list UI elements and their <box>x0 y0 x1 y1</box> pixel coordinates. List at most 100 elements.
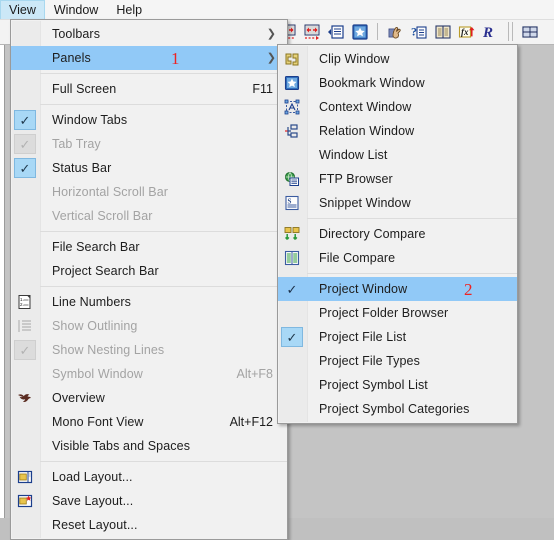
view-menu-item-mono-font-view[interactable]: Mono Font View Alt+F12 <box>11 410 287 434</box>
menu-separator <box>40 231 287 232</box>
regex-icon[interactable]: R <box>480 21 502 43</box>
menu-icon-empty <box>11 362 39 386</box>
view-menu-list: Toolbars ❯ Panels ❯ 1 Full Screen F11 ✓ Window T… <box>11 22 287 537</box>
panels-menu-item-project-window[interactable]: ✓ Project Window 2 <box>278 277 517 301</box>
panels-menu-item-bookmark-window[interactable]: Bookmark Window <box>278 71 517 95</box>
menu-item-label: Vertical Scroll Bar <box>52 209 153 223</box>
panels-menu-item-window-list[interactable]: Window List <box>278 143 517 167</box>
panels-menu-item-ftp-browser[interactable]: FTP Browser <box>278 167 517 191</box>
checkmark-icon: ✓ <box>286 281 298 297</box>
menu-icon-empty <box>278 373 306 397</box>
panels-menu-item-project-folder-browser[interactable]: Project Folder Browser <box>278 301 517 325</box>
panels-menu-item-project-symbol-list[interactable]: Project Symbol List <box>278 373 517 397</box>
view-menu-item-overview[interactable]: Overview <box>11 386 287 410</box>
panels-menu-item-project-file-list[interactable]: ✓ Project File List <box>278 325 517 349</box>
panels-menu-item-project-symbol-categories[interactable]: Project Symbol Categories <box>278 397 517 421</box>
view-menu-item-project-search-bar[interactable]: Project Search Bar <box>11 259 287 283</box>
svg-text:?: ? <box>411 24 417 38</box>
menu-separator <box>307 218 517 219</box>
menu-item-label: Mono Font View <box>52 415 144 429</box>
bookmark-window-icon <box>278 71 306 95</box>
menu-separator <box>40 104 287 105</box>
menu-item-label: Visible Tabs and Spaces <box>52 439 191 453</box>
menubar-item-help[interactable]: Help <box>107 0 151 19</box>
menubar-item-window[interactable]: Window <box>45 0 107 19</box>
toolbar-group-panels <box>276 19 372 44</box>
view-menu-item-status-bar[interactable]: ✓ Status Bar <box>11 156 287 180</box>
menu-icon-empty <box>11 434 39 458</box>
panels-menu-item-project-file-types[interactable]: Project File Types <box>278 349 517 373</box>
ftp-browser-icon <box>278 167 306 191</box>
tile-windows-icon[interactable] <box>519 21 541 43</box>
dictionary-icon[interactable] <box>432 21 454 43</box>
toolbar-group-layout <box>518 19 542 44</box>
save-layout-icon <box>11 489 39 513</box>
view-menu-item-load-layout[interactable]: Load Layout... <box>11 465 287 489</box>
view-menu-item-file-search-bar[interactable]: File Search Bar <box>11 235 287 259</box>
menu-icon-empty <box>278 301 306 325</box>
view-menu-item-visible-tabs-and-spaces[interactable]: Visible Tabs and Spaces <box>11 434 287 458</box>
view-menu-item-toolbars[interactable]: Toolbars ❯ <box>11 22 287 46</box>
menu-item-label: Status Bar <box>52 161 112 175</box>
view-menu-item-line-numbers[interactable]: 1. 2. Line Numbers <box>11 290 287 314</box>
view-menu-item-full-screen[interactable]: Full Screen F11 <box>11 77 287 101</box>
menu-icon-empty <box>278 397 306 421</box>
clip-window-icon <box>278 47 306 71</box>
view-menu-item-vertical-scroll-bar: Vertical Scroll Bar <box>11 204 287 228</box>
function-list-icon[interactable]: fx <box>456 21 478 43</box>
load-layout-icon <box>11 465 39 489</box>
view-menu-item-horizontal-scroll-bar: Horizontal Scroll Bar <box>11 180 287 204</box>
menu-item-label: Directory Compare <box>319 227 426 241</box>
checkmark-cell: ✓ <box>278 277 306 301</box>
menu-icon-empty <box>11 180 39 204</box>
menu-item-label: Tab Tray <box>52 137 101 151</box>
svg-text:fx: fx <box>461 27 469 37</box>
panels-menu-item-relation-window[interactable]: Relation Window <box>278 119 517 143</box>
menu-item-label: Relation Window <box>319 124 415 138</box>
menu-item-label: Load Layout... <box>52 470 133 484</box>
hand-tool-icon[interactable] <box>384 21 406 43</box>
checkmark-icon: ✓ <box>14 340 36 360</box>
checkmark-icon: ✓ <box>14 110 36 130</box>
panels-menu-item-context-window[interactable]: Context Window <box>278 95 517 119</box>
checkmark-icon: ✓ <box>281 327 303 347</box>
menu-item-label: Line Numbers <box>52 295 132 309</box>
menu-icon-empty <box>11 22 39 46</box>
menu-item-label: Save Layout... <box>52 494 134 508</box>
menubar-item-view[interactable]: View <box>0 0 45 19</box>
view-menu-item-panels[interactable]: Panels ❯ 1 <box>11 46 287 70</box>
menu-item-label: Project Folder Browser <box>319 306 449 320</box>
checkmark-cell: ✓ <box>11 156 39 180</box>
svg-text:2.: 2. <box>20 302 24 307</box>
menu-item-label: Overview <box>52 391 105 405</box>
menu-icon-empty <box>11 259 39 283</box>
view-menu-item-window-tabs[interactable]: ✓ Window Tabs <box>11 108 287 132</box>
outline-panel-icon[interactable] <box>325 21 347 43</box>
menu-item-label: Full Screen <box>52 82 117 96</box>
menu-item-label: Project File List <box>319 330 407 344</box>
panels-menu-item-file-compare[interactable]: File Compare <box>278 246 517 270</box>
panels-menu-item-directory-compare[interactable]: Directory Compare <box>278 222 517 246</box>
menu-icon-empty <box>11 204 39 228</box>
toolbar-separator <box>377 23 378 40</box>
svg-text:R: R <box>482 25 493 41</box>
view-menu-popup: Toolbars ❯ Panels ❯ 1 Full Screen F11 ✓ Window T… <box>10 19 288 540</box>
view-menu-item-save-layout[interactable]: Save Layout... <box>11 489 287 513</box>
view-menu-item-show-nesting-lines: ✓ Show Nesting Lines <box>11 338 287 362</box>
menu-bar: View Window Help <box>0 0 554 20</box>
bookmark-panel-icon[interactable] <box>349 21 371 43</box>
menu-item-label: Symbol Window <box>52 367 143 381</box>
collapse-all-icon[interactable] <box>301 21 323 43</box>
menu-item-label: Snippet Window <box>319 196 411 210</box>
panels-menu-item-clip-window[interactable]: Clip Window <box>278 47 517 71</box>
snippet-window-icon: S <box>278 191 306 215</box>
directory-compare-icon <box>278 222 306 246</box>
menu-item-label: Horizontal Scroll Bar <box>52 185 169 199</box>
menu-item-label: Clip Window <box>319 52 390 66</box>
help-reference-icon[interactable]: ? <box>408 21 430 43</box>
checkmark-cell: ✓ <box>11 338 39 362</box>
panels-menu-item-snippet-window[interactable]: S Snippet Window <box>278 191 517 215</box>
menu-item-label: Panels <box>52 51 91 65</box>
file-compare-icon <box>278 246 306 270</box>
menu-item-label: File Compare <box>319 251 396 265</box>
